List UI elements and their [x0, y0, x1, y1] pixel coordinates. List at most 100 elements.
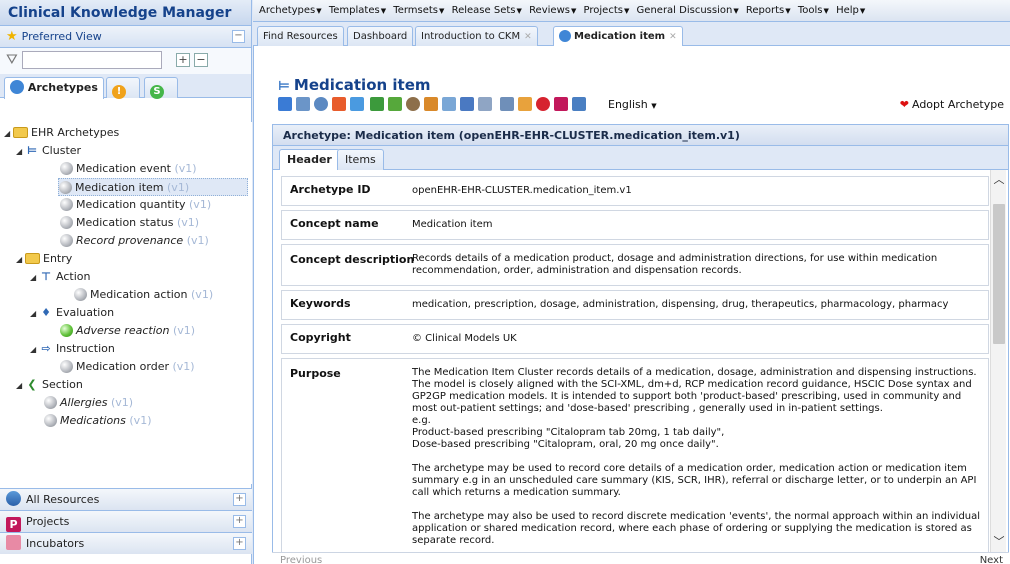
- chevron-down-icon[interactable]: ﹀: [991, 534, 1007, 550]
- menu-help[interactable]: Help▼: [836, 0, 865, 22]
- tab-dashboard[interactable]: Dashboard: [347, 26, 414, 46]
- translation-icon[interactable]: [424, 97, 438, 111]
- expand-icon[interactable]: +: [233, 493, 246, 506]
- resource-toolbar: English ▼ ❤ Adopt Archetype: [278, 96, 1008, 114]
- tree-node-evaluation[interactable]: ◢ ♦ Evaluation: [30, 304, 114, 322]
- tree-view-icon[interactable]: [388, 97, 402, 111]
- tree-node-cluster[interactable]: ◢ ⊨ Cluster: [16, 142, 81, 160]
- tree-item[interactable]: Medication quantity (v1): [60, 196, 211, 214]
- tab-medication-item[interactable]: Medication item ✕: [553, 26, 683, 47]
- menu-release-sets[interactable]: Release Sets▼: [452, 0, 522, 22]
- header-table: Archetype ID openEHR-EHR-CLUSTER.medicat…: [272, 170, 1009, 552]
- review-icon[interactable]: [518, 97, 532, 111]
- tab-items[interactable]: Items: [337, 149, 384, 170]
- discussion-icon[interactable]: [406, 97, 420, 111]
- filter-icon[interactable]: ⛛: [6, 53, 20, 67]
- menu-archetypes[interactable]: Archetypes▼: [259, 0, 322, 22]
- filter-input[interactable]: [22, 51, 162, 69]
- edit-icon[interactable]: [500, 97, 514, 111]
- scroll-thumb[interactable]: [993, 204, 1005, 344]
- menu-reports[interactable]: Reports▼: [746, 0, 791, 22]
- heart-icon[interactable]: [536, 97, 550, 111]
- published-status-icon: [60, 324, 73, 337]
- menu-general-discussion[interactable]: General Discussion▼: [637, 0, 739, 22]
- row-label: Concept name: [290, 217, 379, 230]
- project-icon[interactable]: [554, 97, 568, 111]
- menu-templates[interactable]: Templates▼: [329, 0, 386, 22]
- row-label: Purpose: [290, 367, 341, 380]
- adopt-label: Adopt Archetype: [911, 98, 1004, 111]
- close-icon[interactable]: ✕: [524, 32, 532, 42]
- tree-item[interactable]: Record provenance (v1): [60, 232, 209, 250]
- tree-item[interactable]: Medication event (v1): [60, 160, 197, 178]
- menu-projects[interactable]: Projects▼: [584, 0, 630, 22]
- menu-label: Archetypes: [259, 5, 316, 16]
- purpose-paragraph: Product-based prescribing "Citalopram ta…: [412, 427, 725, 438]
- filter-row: ⛛ + −: [0, 48, 251, 74]
- tree-item[interactable]: Adverse reaction (v1): [60, 322, 195, 340]
- tree-label: Medication item: [75, 181, 164, 194]
- table-row: Archetype ID openEHR-EHR-CLUSTER.medicat…: [281, 176, 989, 206]
- row-value: Records details of a medication product,…: [412, 253, 938, 276]
- tree-node-instruction[interactable]: ◢ ⇨ Instruction: [30, 340, 115, 358]
- app-title: Clinical Knowledge Manager: [0, 0, 251, 26]
- download-icon[interactable]: [370, 97, 384, 111]
- tree-item[interactable]: Medication order (v1): [60, 358, 195, 376]
- accordion-projects[interactable]: P Projects +: [0, 510, 252, 532]
- accordion-incubators[interactable]: Incubators +: [0, 532, 252, 554]
- previous-button[interactable]: Previous: [280, 555, 322, 564]
- menu-termsets[interactable]: Termsets▼: [393, 0, 444, 22]
- xml-icon[interactable]: [332, 97, 346, 111]
- close-icon[interactable]: ✕: [669, 32, 677, 42]
- tab-introduction[interactable]: Introduction to CKM ✕: [415, 26, 538, 46]
- tree-item[interactable]: Medications (v1): [44, 412, 151, 430]
- tab-label: Items: [345, 153, 376, 166]
- menu-tools[interactable]: Tools▼: [798, 0, 829, 22]
- book-icon[interactable]: [442, 97, 456, 111]
- tree-item-selected[interactable]: Medication item (v1): [58, 178, 248, 196]
- tab-templates[interactable]: !: [106, 77, 140, 99]
- tree-node-ehr-archetypes[interactable]: ◢ EHR Archetypes: [4, 124, 119, 142]
- accordion-all-resources[interactable]: All Resources +: [0, 488, 252, 510]
- tree-item[interactable]: Medication action (v1): [74, 286, 213, 304]
- tab-archetypes[interactable]: Archetypes: [4, 77, 104, 99]
- tree-node-section[interactable]: ◢ ❮ Section: [16, 376, 83, 394]
- language-select[interactable]: English ▼: [608, 98, 657, 111]
- star-icon: ★: [6, 29, 18, 44]
- tree-item[interactable]: Allergies (v1): [44, 394, 133, 412]
- table-row: Purpose The Medication Item Cluster reco…: [281, 358, 989, 552]
- purpose-paragraph: The Medication Item Cluster records deta…: [412, 367, 977, 414]
- save-icon[interactable]: [296, 97, 310, 111]
- purpose-paragraph: The archetype may be used to record core…: [412, 463, 977, 498]
- adopt-archetype-button[interactable]: ❤ Adopt Archetype: [900, 98, 1004, 111]
- archetype-icon: [10, 80, 24, 94]
- main-area: Archetypes▼ Templates▼ Termsets▼ Release…: [253, 0, 1010, 564]
- tree-item[interactable]: Medication status (v1): [60, 214, 199, 232]
- tree-node-entry[interactable]: ◢ Entry: [16, 250, 72, 268]
- expand-icon[interactable]: +: [233, 537, 246, 550]
- tree-node-action[interactable]: ◢ ⊤ Action: [30, 268, 90, 286]
- preferred-view-label: Preferred View: [21, 30, 102, 43]
- mail-icon[interactable]: [572, 97, 586, 111]
- next-button[interactable]: Next: [980, 555, 1003, 564]
- preferred-view-header[interactable]: ★ Preferred View −: [0, 26, 251, 48]
- version-label: (v1): [129, 414, 152, 427]
- display-icon[interactable]: [278, 97, 292, 111]
- mindmap-icon[interactable]: [314, 97, 328, 111]
- tab-termsets[interactable]: S: [144, 77, 178, 99]
- expand-all-icon[interactable]: +: [176, 53, 190, 67]
- tab-find-resources[interactable]: Find Resources: [257, 26, 344, 46]
- collapse-icon[interactable]: −: [232, 30, 245, 43]
- collapse-all-icon[interactable]: −: [194, 53, 208, 67]
- folder-icon: [13, 127, 28, 138]
- users-icon[interactable]: [460, 97, 474, 111]
- vertical-scrollbar[interactable]: ︿ ﹀: [990, 170, 1006, 552]
- left-tabs: Archetypes ! S: [0, 74, 251, 99]
- chevron-up-icon[interactable]: ︿: [991, 172, 1007, 188]
- menu-reviews[interactable]: Reviews▼: [529, 0, 576, 22]
- comment-icon[interactable]: [478, 97, 492, 111]
- adl-icon[interactable]: [350, 97, 364, 111]
- menu-label: Release Sets: [451, 5, 516, 16]
- tab-header[interactable]: Header: [279, 149, 340, 171]
- expand-icon[interactable]: +: [233, 515, 246, 528]
